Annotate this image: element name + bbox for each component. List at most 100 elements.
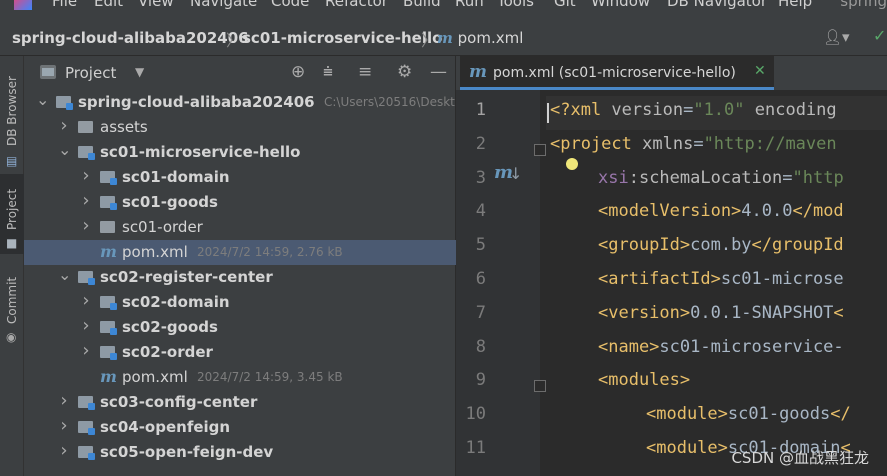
code-line: <project xmlns="http://maven xyxy=(550,134,837,154)
menu-window[interactable]: Window xyxy=(591,0,650,10)
code-token: 4.0.0 xyxy=(741,201,793,222)
tree-node-label: spring-cloud-alibaba202406 xyxy=(78,93,315,111)
run-arrow-icon[interactable]: ✓ xyxy=(873,26,887,46)
code-token: <name> xyxy=(598,336,660,357)
tree-node[interactable]: › sc03-config-center xyxy=(24,390,456,415)
tree-node[interactable]: › sc05-open-feign-dev xyxy=(24,440,456,465)
chevron-right-icon[interactable]: › xyxy=(80,165,92,186)
chevron-down-icon[interactable]: ⌄ xyxy=(58,140,71,159)
tree-node[interactable]: › sc02-order xyxy=(24,340,456,365)
tree-node[interactable]: ⌄ sc02-register-center xyxy=(24,265,456,290)
breadcrumb-file-label: pom.xml xyxy=(457,29,524,47)
project-panel-title[interactable]: Project xyxy=(65,64,116,82)
fold-marker-icon[interactable] xyxy=(534,380,546,393)
module-folder-icon xyxy=(78,271,95,285)
tree-node[interactable]: › sc01-goods xyxy=(24,190,456,215)
project-window-icon xyxy=(40,65,56,79)
chevron-right-icon[interactable]: › xyxy=(80,315,92,336)
module-folder-icon xyxy=(100,171,117,185)
chevron-right-icon[interactable]: › xyxy=(58,415,70,436)
tree-node-label: sc02-goods xyxy=(122,318,218,336)
menu-view[interactable]: View xyxy=(138,0,174,10)
tree-node-label: pom.xml xyxy=(122,368,188,386)
menu-build[interactable]: Build xyxy=(403,0,441,10)
code-token: <groupId> xyxy=(598,235,691,256)
code-token: = xyxy=(683,100,694,120)
menu-help[interactable]: Help xyxy=(778,0,812,10)
tree-node[interactable]: › sc01-domain xyxy=(24,165,456,190)
close-icon[interactable]: ✕ xyxy=(754,63,766,79)
module-folder-icon xyxy=(56,96,73,110)
code-line: <?xml version="1.0" encoding xyxy=(550,100,837,120)
menu-navigate[interactable]: Navigate xyxy=(190,0,257,10)
user-account-icon[interactable]: 👤︎▾ xyxy=(823,28,850,46)
tree-node-label: sc02-domain xyxy=(122,293,230,311)
menu-run[interactable]: Run xyxy=(455,0,484,10)
breadcrumb-module[interactable]: sc01-microservice-hello xyxy=(242,29,442,47)
editor-tab-bar: m pom.xml (sc01-microservice-hello) ✕ xyxy=(456,56,887,90)
menu-code[interactable]: Code xyxy=(271,0,309,10)
maven-icon: m xyxy=(100,367,117,386)
chevron-right-icon[interactable]: › xyxy=(58,390,70,411)
breadcrumb-project[interactable]: spring-cloud-alibaba202406 xyxy=(12,29,249,47)
database-icon: ▤ xyxy=(6,154,18,168)
menu-edit[interactable]: Edit xyxy=(94,0,123,10)
text-caret xyxy=(547,103,549,123)
code-area[interactable]: <?xml version="1.0" encoding <project xml… xyxy=(546,90,887,476)
stripe-tab-commit[interactable]: Commit ◉ xyxy=(0,266,24,356)
chevron-right-icon[interactable]: › xyxy=(80,215,92,236)
expand-all-icon[interactable]: ⩧ xyxy=(323,62,333,82)
tree-node[interactable]: m pom.xml 2024/7/2 14:59, 2.76 kB xyxy=(24,240,456,265)
line-number: 10 xyxy=(465,404,486,425)
chevron-down-icon[interactable]: ⌄ xyxy=(36,90,49,109)
line-number: 6 xyxy=(475,269,486,289)
menu-refactor[interactable]: Refactor xyxy=(325,0,388,10)
tree-node[interactable]: › sc01-order xyxy=(24,215,456,240)
stripe-label-db-browser: DB Browser xyxy=(5,76,19,146)
chevron-right-icon[interactable]: › xyxy=(80,190,92,211)
tree-node[interactable]: › sc02-goods xyxy=(24,315,456,340)
tree-node[interactable]: m pom.xml 2024/7/2 14:59, 3.45 kB xyxy=(24,365,456,390)
chevron-right-icon[interactable]: › xyxy=(58,440,70,461)
menu-db-navigator[interactable]: DB Navigator xyxy=(667,0,767,10)
chevron-right-icon[interactable]: › xyxy=(80,290,92,311)
menu-file[interactable]: File xyxy=(52,0,77,10)
fold-marker-icon[interactable] xyxy=(534,143,546,156)
collapse-all-icon[interactable]: ≡ xyxy=(358,62,372,82)
line-number: 8 xyxy=(475,336,486,357)
code-line: <modules> xyxy=(598,370,690,390)
stripe-label-commit: Commit xyxy=(5,276,19,324)
folder-icon xyxy=(100,221,115,233)
module-folder-icon xyxy=(78,396,95,410)
code-token: "http xyxy=(792,167,844,188)
line-number: 4 xyxy=(475,201,486,222)
code-token: "http://maven xyxy=(703,133,837,154)
locate-file-icon[interactable]: ⊕ xyxy=(291,62,305,82)
breadcrumb-file[interactable]: m pom.xml xyxy=(437,29,523,47)
editor-tab-pom-xml[interactable]: m pom.xml (sc01-microservice-hello) ✕ xyxy=(460,56,774,90)
editor-tab-label: pom.xml (sc01-microservice-hello) xyxy=(493,65,736,81)
commit-icon: ◉ xyxy=(6,330,17,344)
navigation-bar: spring-cloud-alibaba202406 〉 sc01-micros… xyxy=(0,12,887,56)
minimize-icon[interactable]: — xyxy=(430,62,447,82)
menu-tools[interactable]: Tools xyxy=(497,0,534,10)
tree-node[interactable]: ⌄ spring-cloud-alibaba202406 C:\Users\2051… xyxy=(24,90,456,115)
menu-git[interactable]: Git xyxy=(554,0,576,10)
tree-node[interactable]: ⌄ sc01-microservice-hello xyxy=(24,140,456,165)
chevron-down-icon[interactable]: ⌄ xyxy=(58,265,71,284)
tree-node[interactable]: › sc02-domain xyxy=(24,290,456,315)
view-mode-dropdown-icon[interactable]: ▼ xyxy=(135,65,144,79)
navigate-arrow-icon[interactable]: ↓ xyxy=(509,164,522,183)
lightbulb-icon[interactable] xyxy=(566,158,578,170)
tree-node-label: sc03-config-center xyxy=(100,393,258,411)
gear-icon[interactable]: ⚙ xyxy=(397,62,412,82)
code-token: "1.0" xyxy=(693,100,745,120)
stripe-tab-project[interactable]: Project ■ xyxy=(0,174,24,254)
code-token: :schemaLocation xyxy=(628,167,783,188)
stripe-tab-db-browser[interactable]: DB Browser ▤ xyxy=(0,64,24,174)
tree-node[interactable]: › assets xyxy=(24,115,456,140)
tree-node[interactable]: › sc04-openfeign xyxy=(24,415,456,440)
tree-node-label: sc02-order xyxy=(122,343,213,361)
chevron-right-icon[interactable]: › xyxy=(80,340,92,361)
chevron-right-icon[interactable]: › xyxy=(58,115,70,136)
